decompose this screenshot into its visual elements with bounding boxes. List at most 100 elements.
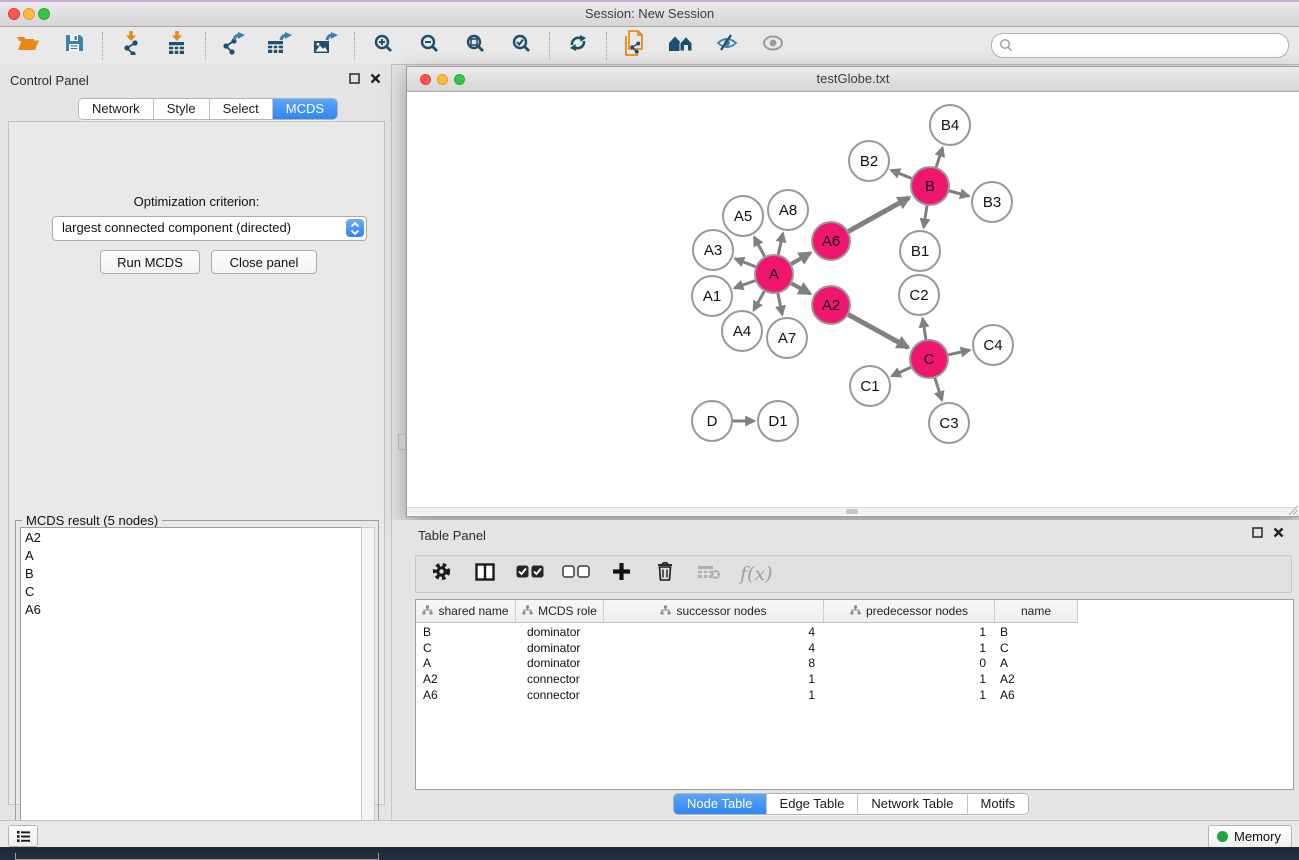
cell-successor-nodes[interactable]: 4 — [604, 641, 824, 655]
cell-shared-name[interactable]: A — [416, 656, 516, 670]
edge-B-B4[interactable] — [936, 148, 943, 169]
first-neighbors-button[interactable] — [666, 32, 696, 60]
show-all-button[interactable] — [758, 32, 788, 60]
cell-MCDS-role[interactable]: dominator — [516, 656, 604, 670]
graph-node-A4[interactable]: A4 — [722, 311, 762, 351]
cell-MCDS-role[interactable]: connector — [516, 672, 604, 686]
network-hscroll-thumb[interactable] — [846, 509, 858, 514]
cell-shared-name[interactable]: B — [416, 625, 516, 639]
zoom-in-button[interactable] — [368, 32, 398, 60]
cell-successor-nodes[interactable]: 1 — [604, 672, 824, 686]
hide-selected-button[interactable] — [712, 32, 742, 60]
cell-name[interactable]: B — [995, 625, 1078, 639]
tab-node-table[interactable]: Node Table — [674, 794, 766, 814]
select-all-button[interactable] — [516, 559, 544, 589]
cell-MCDS-role[interactable]: connector — [516, 688, 604, 702]
graph-node-C3[interactable]: C3 — [929, 403, 969, 443]
search-box[interactable] — [991, 33, 1289, 58]
close-panel-icon[interactable] — [370, 73, 381, 84]
mcds-result-item[interactable]: A — [21, 546, 361, 564]
delete-column-button[interactable] — [652, 559, 678, 589]
edge-A-A8[interactable] — [778, 233, 783, 256]
edge-A-A5[interactable] — [754, 237, 765, 258]
mcds-result-item[interactable]: A6 — [21, 600, 361, 618]
edge-A-A6[interactable] — [790, 253, 811, 265]
graph-node-B2[interactable]: B2 — [849, 141, 889, 181]
edge-A-A7[interactable] — [778, 292, 783, 315]
zoom-out-button[interactable] — [414, 32, 444, 60]
edge-C-C2[interactable] — [923, 319, 927, 342]
cell-successor-nodes[interactable]: 8 — [604, 656, 824, 670]
tab-network[interactable]: Network — [79, 99, 153, 119]
cell-predecessor-nodes[interactable]: 0 — [824, 656, 995, 670]
graph-node-A6[interactable]: A6 — [812, 222, 850, 260]
cell-predecessor-nodes[interactable]: 1 — [824, 688, 995, 702]
close-panel-button[interactable]: Close panel — [211, 250, 317, 274]
column-header-name[interactable]: name — [995, 600, 1078, 623]
graph-node-B[interactable]: B — [911, 167, 949, 205]
edge-A6-B[interactable] — [847, 198, 909, 233]
tab-style[interactable]: Style — [153, 99, 209, 119]
graph-node-D[interactable]: D — [692, 401, 732, 441]
network-canvas[interactable]: B4B2BB3A8A5A6A3B1AA1C2A2A4A7C4CC1DD1C3 — [407, 92, 1297, 507]
mcds-result-item[interactable]: C — [21, 582, 361, 600]
edge-C-C4[interactable] — [947, 350, 970, 355]
edge-C-C1[interactable] — [892, 366, 913, 376]
tab-network-table[interactable]: Network Table — [857, 794, 966, 814]
graph-node-A2[interactable]: A2 — [812, 286, 850, 324]
cell-predecessor-nodes[interactable]: 1 — [824, 625, 995, 639]
zoom-fit-button[interactable] — [460, 32, 490, 60]
tab-mcds[interactable]: MCDS — [272, 99, 337, 119]
duplicate-network-button[interactable] — [620, 32, 650, 60]
mcds-result-list[interactable]: A2ABCA6 — [20, 527, 362, 853]
graph-node-B4[interactable]: B4 — [930, 105, 970, 145]
mcds-result-item[interactable]: A2 — [21, 528, 361, 546]
show-columns-button[interactable] — [472, 559, 498, 589]
run-mcds-button[interactable]: Run MCDS — [100, 250, 200, 274]
cell-name[interactable]: C — [995, 641, 1078, 655]
deselect-all-button[interactable] — [562, 559, 590, 589]
cell-shared-name[interactable]: C — [416, 641, 516, 655]
table-row-C[interactable]: Cdominator41C — [416, 640, 1078, 656]
graph-node-C[interactable]: C — [910, 340, 948, 378]
mcds-result-item[interactable]: B — [21, 564, 361, 582]
edge-A-A4[interactable] — [754, 290, 765, 310]
zoom-selected-button[interactable] — [506, 32, 536, 60]
graph-node-C4[interactable]: C4 — [973, 325, 1013, 365]
edge-B-B2[interactable] — [891, 170, 913, 179]
column-header-predecessor-nodes[interactable]: predecessor nodes — [824, 600, 995, 623]
open-session-button[interactable] — [13, 32, 43, 60]
cell-shared-name[interactable]: A2 — [416, 672, 516, 686]
export-table-button[interactable] — [265, 32, 295, 60]
save-session-button[interactable] — [59, 32, 89, 60]
graph-node-A3[interactable]: A3 — [693, 230, 733, 270]
table-row-B[interactable]: Bdominator41B — [416, 624, 1078, 640]
graph-node-C1[interactable]: C1 — [850, 366, 890, 406]
add-column-button[interactable] — [608, 559, 634, 589]
resize-grip-icon[interactable] — [1287, 504, 1299, 516]
tab-motifs[interactable]: Motifs — [967, 794, 1029, 814]
close-table-panel-icon[interactable] — [1273, 527, 1284, 538]
cell-name[interactable]: A — [995, 656, 1078, 670]
cell-predecessor-nodes[interactable]: 1 — [824, 672, 995, 686]
import-network-button[interactable] — [116, 32, 146, 60]
tab-edge-table[interactable]: Edge Table — [766, 794, 858, 814]
edge-B-B3[interactable] — [947, 190, 968, 196]
result-scrollbar[interactable] — [361, 527, 375, 853]
graph-node-A7[interactable]: A7 — [767, 318, 807, 358]
float-table-panel-icon[interactable] — [1252, 527, 1263, 538]
graph-node-B1[interactable]: B1 — [900, 231, 940, 271]
graph-node-C2[interactable]: C2 — [899, 275, 939, 315]
graph-node-B3[interactable]: B3 — [972, 182, 1012, 222]
export-network-button[interactable] — [219, 32, 249, 60]
graph-node-A1[interactable]: A1 — [692, 276, 732, 316]
cell-successor-nodes[interactable]: 1 — [604, 688, 824, 702]
edge-A2-C[interactable] — [847, 314, 908, 348]
task-history-button[interactable] — [8, 825, 38, 847]
tab-select[interactable]: Select — [209, 99, 272, 119]
edge-A-A1[interactable] — [735, 280, 757, 288]
table-row-A2[interactable]: A2connector11A2 — [416, 671, 1078, 687]
table-row-A[interactable]: Adominator80A — [416, 655, 1078, 671]
edge-C-C3[interactable] — [934, 376, 941, 400]
edge-A-A3[interactable] — [735, 259, 757, 268]
